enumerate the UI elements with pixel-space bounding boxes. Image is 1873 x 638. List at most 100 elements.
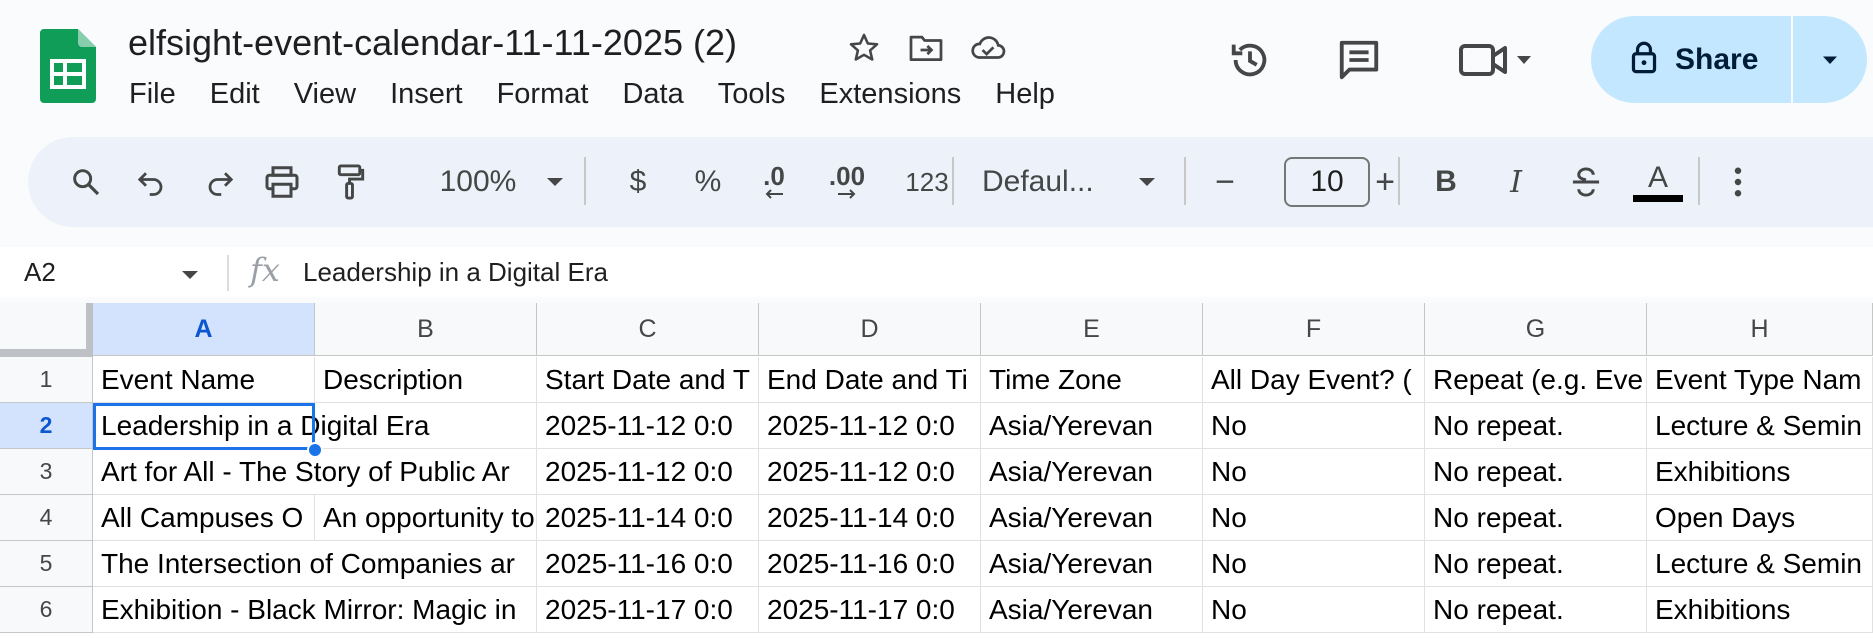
column-header-a[interactable]: A <box>93 303 315 356</box>
cell-e2[interactable]: Asia/Yerevan <box>981 403 1203 449</box>
strikethrough-icon[interactable] <box>1558 137 1614 227</box>
text-color-button[interactable]: A <box>1628 137 1688 227</box>
paint-format-icon[interactable] <box>326 137 376 227</box>
undo-icon[interactable] <box>126 137 176 227</box>
column-header-g[interactable]: G <box>1425 303 1647 356</box>
freeze-row-handle[interactable] <box>0 349 93 357</box>
cell-g2[interactable]: No repeat. <box>1425 403 1647 449</box>
meet-video-icon[interactable] <box>1452 30 1542 90</box>
zoom-dropdown-icon[interactable] <box>540 137 570 227</box>
cell-e3[interactable]: Asia/Yerevan <box>981 449 1203 495</box>
document-title[interactable]: elfsight-event-calendar-11-11-2025 (2) <box>128 20 737 66</box>
increase-font-size-button[interactable]: + <box>1360 137 1410 227</box>
cell-a4[interactable]: All Campuses O <box>93 495 315 541</box>
column-header-d[interactable]: D <box>759 303 981 356</box>
cell-d4[interactable]: 2025-11-14 0:0 <box>759 495 981 541</box>
bold-button[interactable]: B <box>1418 137 1474 227</box>
cell-e5[interactable]: Asia/Yerevan <box>981 541 1203 587</box>
cell-c6[interactable]: 2025-11-17 0:0 <box>537 587 759 633</box>
cell-d5[interactable]: 2025-11-16 0:0 <box>759 541 981 587</box>
cell-c3[interactable]: 2025-11-12 0:0 <box>537 449 759 495</box>
comments-icon[interactable] <box>1329 30 1389 90</box>
cell-a5[interactable]: The Intersection of Companies ar <box>93 541 537 587</box>
cell-e6[interactable]: Asia/Yerevan <box>981 587 1203 633</box>
fill-handle[interactable] <box>307 442 323 458</box>
move-to-folder-icon[interactable] <box>904 26 948 70</box>
cloud-saved-icon[interactable] <box>966 26 1010 70</box>
menu-data[interactable]: Data <box>605 72 700 116</box>
row-header-4[interactable]: 4 <box>0 495 93 541</box>
menu-insert[interactable]: Insert <box>373 72 480 116</box>
cell-h2[interactable]: Lecture & Semin <box>1647 403 1873 449</box>
font-size-input[interactable]: 10 <box>1284 157 1370 207</box>
menu-format[interactable]: Format <box>480 72 606 116</box>
font-dropdown-icon[interactable] <box>1132 137 1162 227</box>
cell-c5[interactable]: 2025-11-16 0:0 <box>537 541 759 587</box>
menu-help[interactable]: Help <box>978 72 1072 116</box>
row-header-6[interactable]: 6 <box>0 587 93 633</box>
star-icon[interactable] <box>842 26 886 70</box>
cell-f1[interactable]: All Day Event? ( <box>1203 357 1425 403</box>
decrease-font-size-button[interactable]: − <box>1200 137 1250 227</box>
zoom-select[interactable]: 100% <box>418 137 538 227</box>
column-header-b[interactable]: B <box>315 303 537 356</box>
cell-a1[interactable]: Event Name <box>93 357 315 403</box>
sheets-logo-icon[interactable] <box>40 29 96 103</box>
name-box[interactable]: A2 <box>24 247 56 297</box>
format-percent-button[interactable]: % <box>678 137 738 227</box>
increase-decimal-button[interactable]: .00 <box>812 137 882 227</box>
column-header-c[interactable]: C <box>537 303 759 356</box>
cell-d3[interactable]: 2025-11-12 0:0 <box>759 449 981 495</box>
cell-h3[interactable]: Exhibitions <box>1647 449 1873 495</box>
cell-c1[interactable]: Start Date and T <box>537 357 759 403</box>
cell-h4[interactable]: Open Days <box>1647 495 1873 541</box>
row-header-3[interactable]: 3 <box>0 449 93 495</box>
cell-g4[interactable]: No repeat. <box>1425 495 1647 541</box>
cell-d1[interactable]: End Date and Ti <box>759 357 981 403</box>
formula-input[interactable]: Leadership in a Digital Era <box>303 247 608 297</box>
name-box-dropdown-icon[interactable] <box>181 267 199 285</box>
cell-d6[interactable]: 2025-11-17 0:0 <box>759 587 981 633</box>
italic-button[interactable]: I <box>1488 137 1544 227</box>
cell-c4[interactable]: 2025-11-14 0:0 <box>537 495 759 541</box>
cell-a6[interactable]: Exhibition - Black Mirror: Magic in <box>93 587 537 633</box>
menu-view[interactable]: View <box>277 72 373 116</box>
more-options-icon[interactable] <box>1718 137 1758 227</box>
cell-h1[interactable]: Event Type Nam <box>1647 357 1873 403</box>
cell-g6[interactable]: No repeat. <box>1425 587 1647 633</box>
cell-h6[interactable]: Exhibitions <box>1647 587 1873 633</box>
cell-g3[interactable]: No repeat. <box>1425 449 1647 495</box>
cell-c2[interactable]: 2025-11-12 0:0 <box>537 403 759 449</box>
cell-h5[interactable]: Lecture & Semin <box>1647 541 1873 587</box>
column-header-h[interactable]: H <box>1647 303 1873 356</box>
menu-tools[interactable]: Tools <box>701 72 803 116</box>
cell-f2[interactable]: No <box>1203 403 1425 449</box>
cell-e1[interactable]: Time Zone <box>981 357 1203 403</box>
share-button[interactable]: Share <box>1591 16 1867 103</box>
cell-f4[interactable]: No <box>1203 495 1425 541</box>
cell-g5[interactable]: No repeat. <box>1425 541 1647 587</box>
format-currency-button[interactable]: $ <box>608 137 668 227</box>
version-history-icon[interactable] <box>1220 30 1280 90</box>
cell-f6[interactable]: No <box>1203 587 1425 633</box>
cell-g1[interactable]: Repeat (e.g. Eve <box>1425 357 1647 403</box>
menu-extensions[interactable]: Extensions <box>802 72 978 116</box>
row-header-2[interactable]: 2 <box>0 403 93 449</box>
cell-b4[interactable]: An opportunity to <box>315 495 537 541</box>
row-header-5[interactable]: 5 <box>0 541 93 587</box>
row-header-1[interactable]: 1 <box>0 357 93 403</box>
menu-edit[interactable]: Edit <box>193 72 277 116</box>
cell-f3[interactable]: No <box>1203 449 1425 495</box>
share-dropdown-icon[interactable] <box>1793 16 1867 103</box>
menu-file[interactable]: File <box>112 72 193 116</box>
column-header-e[interactable]: E <box>981 303 1203 356</box>
print-icon[interactable] <box>254 137 310 227</box>
search-menus-icon[interactable] <box>58 137 114 227</box>
cell-f5[interactable]: No <box>1203 541 1425 587</box>
cell-d2[interactable]: 2025-11-12 0:0 <box>759 403 981 449</box>
decrease-decimal-button[interactable]: .0 <box>744 137 804 227</box>
redo-icon[interactable] <box>195 137 245 227</box>
cell-e4[interactable]: Asia/Yerevan <box>981 495 1203 541</box>
cell-b1[interactable]: Description <box>315 357 537 403</box>
column-header-f[interactable]: F <box>1203 303 1425 356</box>
